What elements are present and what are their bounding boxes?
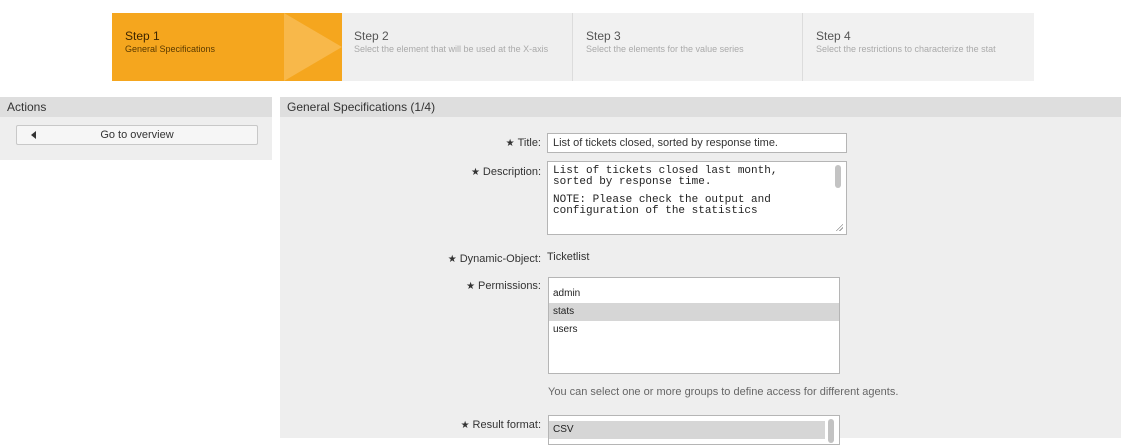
description-scrollbar[interactable] xyxy=(835,165,841,188)
description-line: configuration of the statistics xyxy=(553,205,758,217)
result-format-label-row: ★ Result format: xyxy=(461,419,541,431)
result-format-select[interactable]: CSV xyxy=(548,415,840,445)
description-textarea[interactable]: List of tickets closed last month, sorte… xyxy=(547,161,847,235)
description-line: sorted by response time. xyxy=(553,176,712,188)
step-3-title: Step 3 xyxy=(586,29,621,43)
dynamic-object-value: Ticketlist xyxy=(547,251,590,263)
title-label: Title: xyxy=(517,137,541,149)
wizard-step-3[interactable]: Step 3 Select the elements for the value… xyxy=(572,13,802,81)
permissions-label: Permissions: xyxy=(478,280,541,292)
general-specifications-panel: General Specifications (1/4) ★ Title: Lis… xyxy=(280,97,1121,445)
required-star-icon: ★ xyxy=(460,420,470,431)
step-4-title: Step 4 xyxy=(816,29,851,43)
title-input[interactable]: List of tickets closed, sorted by respon… xyxy=(547,133,847,153)
result-format-scrollbar[interactable] xyxy=(828,419,834,443)
actions-header: Actions xyxy=(0,97,272,117)
wizard-step-4[interactable]: Step 4 Select the restrictions to charac… xyxy=(802,13,1034,81)
dynamic-object-label: Dynamic-Object: xyxy=(459,253,541,265)
permission-option-stats[interactable]: stats xyxy=(549,303,839,321)
required-star-icon: ★ xyxy=(447,254,457,265)
active-step-arrow xyxy=(284,13,342,81)
permissions-multiselect[interactable]: admin stats users xyxy=(548,277,840,374)
step-2-description: Select the element that will be used at … xyxy=(354,44,549,54)
permission-option-admin[interactable]: admin xyxy=(549,285,839,303)
required-star-icon: ★ xyxy=(505,138,515,149)
go-to-overview-button[interactable]: Go to overview xyxy=(16,125,258,145)
step-4-description: Select the restrictions to characterize … xyxy=(816,44,996,54)
panel-title: General Specifications (1/4) xyxy=(287,100,436,114)
panel-header: General Specifications (1/4) xyxy=(280,97,1121,117)
step-3-description: Select the elements for the value series xyxy=(586,44,744,54)
permissions-label-row: ★ Permissions: xyxy=(466,280,541,292)
result-format-option-csv[interactable]: CSV xyxy=(549,421,825,439)
wizard-steps: Step 2 Select the element that will be u… xyxy=(112,13,1034,81)
permissions-hint: You can select one or more groups to def… xyxy=(548,386,899,398)
resize-grip-icon[interactable] xyxy=(835,223,843,231)
wizard-step-2[interactable]: Step 2 Select the element that will be u… xyxy=(342,13,572,81)
result-format-label: Result format: xyxy=(472,419,541,431)
required-star-icon: ★ xyxy=(470,167,480,178)
permission-option-users[interactable]: users xyxy=(549,321,839,339)
description-label-row: ★ Description: xyxy=(471,166,541,178)
actions-sidebar: Actions Go to overview xyxy=(0,97,272,160)
title-label-row: ★ Title: xyxy=(506,137,541,149)
required-star-icon: ★ xyxy=(466,281,476,292)
actions-title: Actions xyxy=(7,100,47,114)
dynamic-object-label-row: ★ Dynamic-Object: xyxy=(448,253,541,265)
description-label: Description: xyxy=(482,166,541,178)
step-2-title: Step 2 xyxy=(354,29,389,43)
go-to-overview-label: Go to overview xyxy=(100,129,174,141)
